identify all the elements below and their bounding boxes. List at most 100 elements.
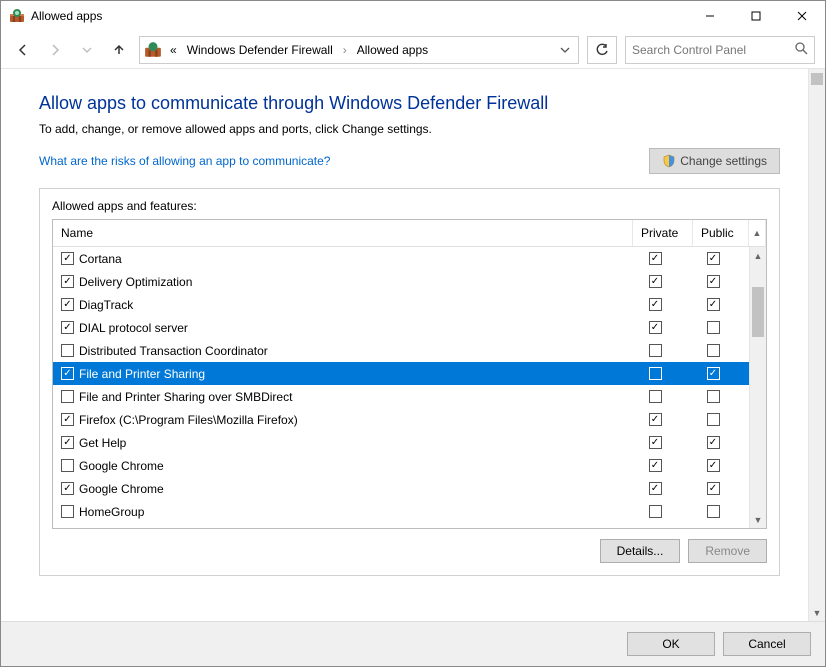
table-row[interactable]: HomeGroup xyxy=(53,500,749,523)
table-row[interactable]: ✓Get Help✓✓ xyxy=(53,431,749,454)
row-name: Google Chrome xyxy=(79,482,625,496)
search-placeholder: Search Control Panel xyxy=(632,43,794,57)
risks-link[interactable]: What are the risks of allowing an app to… xyxy=(39,154,330,168)
table-row[interactable]: ✓Delivery Optimization✓✓ xyxy=(53,270,749,293)
change-settings-label: Change settings xyxy=(680,154,767,168)
list-header: Name Private Public ▲ xyxy=(53,220,766,247)
row-enable-checkbox[interactable] xyxy=(61,344,74,357)
firewall-icon xyxy=(144,41,162,59)
content: Allow apps to communicate through Window… xyxy=(1,69,808,621)
list-scroll-up-header[interactable]: ▲ xyxy=(749,220,766,246)
row-private-checkbox[interactable]: ✓ xyxy=(649,436,662,449)
row-public-checkbox[interactable] xyxy=(707,413,720,426)
breadcrumb-seg2[interactable]: Allowed apps xyxy=(355,41,430,59)
row-private-checkbox[interactable]: ✓ xyxy=(649,298,662,311)
row-private-checkbox[interactable]: ✓ xyxy=(649,275,662,288)
row-name: File and Printer Sharing over SMBDirect xyxy=(79,390,625,404)
row-enable-checkbox[interactable]: ✓ xyxy=(61,321,74,334)
row-name: Google Chrome xyxy=(79,459,625,473)
footer: OK Cancel xyxy=(1,621,825,666)
scroll-thumb[interactable] xyxy=(752,287,764,337)
page-scrollbar[interactable]: ▲ ▼ xyxy=(808,69,825,621)
chevron-right-icon: › xyxy=(343,43,347,57)
table-row[interactable]: Distributed Transaction Coordinator xyxy=(53,339,749,362)
row-public-checkbox[interactable]: ✓ xyxy=(707,367,720,380)
row-name: DIAL protocol server xyxy=(79,321,625,335)
breadcrumb-seg1[interactable]: Windows Defender Firewall xyxy=(185,41,335,59)
maximize-button[interactable] xyxy=(733,1,779,31)
navbar: « Windows Defender Firewall › Allowed ap… xyxy=(1,31,825,69)
scroll-up-icon[interactable]: ▲ xyxy=(750,247,766,264)
row-private-checkbox[interactable]: ✓ xyxy=(649,252,662,265)
table-row[interactable]: ✓ File and Printer Sharing ✓ xyxy=(53,362,749,385)
row-name: HomeGroup xyxy=(79,505,625,519)
row-public-checkbox[interactable] xyxy=(707,505,720,518)
up-button[interactable] xyxy=(107,38,131,62)
row-public-checkbox[interactable]: ✓ xyxy=(707,482,720,495)
row-public-checkbox[interactable] xyxy=(707,390,720,403)
list-scrollbar[interactable]: ▲ ▼ xyxy=(749,247,766,528)
scroll-thumb[interactable] xyxy=(811,73,823,85)
forward-button[interactable] xyxy=(43,38,67,62)
address-dropdown[interactable] xyxy=(556,45,574,55)
back-button[interactable] xyxy=(11,38,35,62)
row-enable-checkbox[interactable]: ✓ xyxy=(61,482,74,495)
row-name: Cortana xyxy=(79,252,625,266)
row-enable-checkbox[interactable] xyxy=(61,390,74,403)
row-private-checkbox[interactable] xyxy=(649,505,662,518)
row-private-checkbox[interactable] xyxy=(649,367,662,380)
titlebar: Allowed apps xyxy=(1,1,825,31)
column-public[interactable]: Public xyxy=(693,220,749,246)
row-enable-checkbox[interactable]: ✓ xyxy=(61,252,74,265)
column-name[interactable]: Name xyxy=(53,220,633,246)
table-row[interactable]: ✓DiagTrack✓✓ xyxy=(53,293,749,316)
row-private-checkbox[interactable] xyxy=(649,390,662,403)
close-button[interactable] xyxy=(779,1,825,31)
row-enable-checkbox[interactable]: ✓ xyxy=(61,413,74,426)
row-private-checkbox[interactable]: ✓ xyxy=(649,482,662,495)
row-private-checkbox[interactable]: ✓ xyxy=(649,321,662,334)
row-private-checkbox[interactable] xyxy=(649,344,662,357)
ok-button[interactable]: OK xyxy=(627,632,715,656)
refresh-button[interactable] xyxy=(587,36,617,64)
row-public-checkbox[interactable]: ✓ xyxy=(707,459,720,472)
scroll-down-icon[interactable]: ▼ xyxy=(750,511,766,528)
row-public-checkbox[interactable]: ✓ xyxy=(707,436,720,449)
row-enable-checkbox[interactable]: ✓ xyxy=(61,436,74,449)
change-settings-button[interactable]: Change settings xyxy=(649,148,780,174)
row-public-checkbox[interactable] xyxy=(707,344,720,357)
minimize-button[interactable] xyxy=(687,1,733,31)
shield-icon xyxy=(662,154,676,168)
breadcrumb-prefix: « xyxy=(168,41,179,59)
row-enable-checkbox[interactable] xyxy=(61,459,74,472)
row-enable-checkbox[interactable]: ✓ xyxy=(61,298,74,311)
body: Allow apps to communicate through Window… xyxy=(1,69,825,621)
recent-dropdown[interactable] xyxy=(75,38,99,62)
column-private[interactable]: Private xyxy=(633,220,693,246)
window-title: Allowed apps xyxy=(31,9,102,23)
details-button[interactable]: Details... xyxy=(600,539,681,563)
table-row[interactable]: ✓ DIAL protocol server ✓ xyxy=(53,316,749,339)
row-public-checkbox[interactable] xyxy=(707,321,720,334)
table-row[interactable]: Google Chrome ✓ ✓ xyxy=(53,454,749,477)
row-public-checkbox[interactable]: ✓ xyxy=(707,252,720,265)
table-row[interactable]: ✓ Cortana ✓ ✓ xyxy=(53,247,749,270)
table-row[interactable]: File and Printer Sharing over SMBDirect xyxy=(53,385,749,408)
table-row[interactable]: ✓ Firefox (C:\Program Files\Mozilla Firef… xyxy=(53,408,749,431)
apps-listview: Name Private Public ▲ ✓Cortana✓✓✓Deliver… xyxy=(52,219,767,529)
row-enable-checkbox[interactable]: ✓ xyxy=(61,367,74,380)
row-name: File and Printer Sharing xyxy=(79,367,625,381)
row-public-checkbox[interactable]: ✓ xyxy=(707,298,720,311)
row-name: Firefox (C:\Program Files\Mozilla Firefo… xyxy=(79,413,625,427)
table-row[interactable]: ✓ Google Chrome ✓ ✓ xyxy=(53,477,749,500)
row-public-checkbox[interactable]: ✓ xyxy=(707,275,720,288)
row-enable-checkbox[interactable]: ✓ xyxy=(61,275,74,288)
row-enable-checkbox[interactable] xyxy=(61,505,74,518)
row-private-checkbox[interactable]: ✓ xyxy=(649,459,662,472)
row-private-checkbox[interactable]: ✓ xyxy=(649,413,662,426)
search-input[interactable]: Search Control Panel xyxy=(625,36,815,64)
scroll-down-icon[interactable]: ▼ xyxy=(809,604,825,621)
cancel-button[interactable]: Cancel xyxy=(723,632,811,656)
address-bar[interactable]: « Windows Defender Firewall › Allowed ap… xyxy=(139,36,579,64)
row-name: Distributed Transaction Coordinator xyxy=(79,344,625,358)
